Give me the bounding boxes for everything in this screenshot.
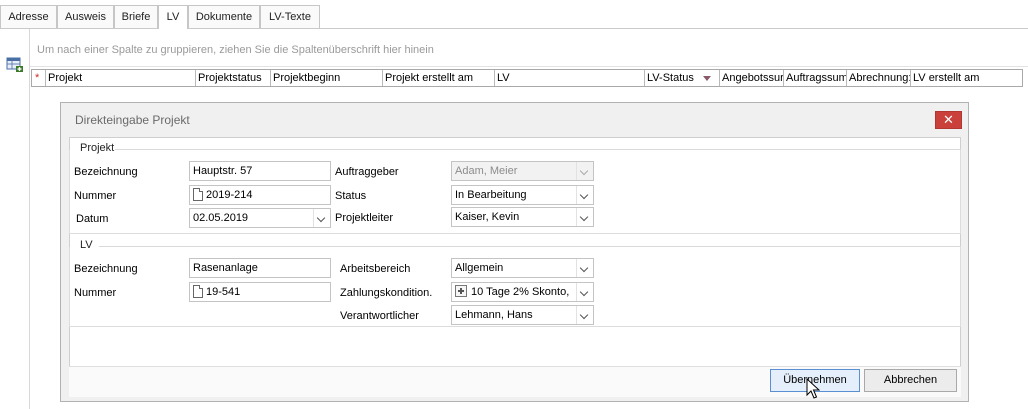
column-header-projekt-erstellt-am[interactable]: Projekt erstellt am [383,70,495,86]
chevron-down-icon[interactable] [576,186,593,204]
tab-adresse[interactable]: Adresse [0,5,57,28]
column-header-abrechnung[interactable]: Abrechnung: [847,70,911,86]
label-lv-nummer: Nummer [74,287,117,299]
arbeitsbereich-value: Allgemein [455,262,504,274]
label-status: Status [335,190,367,202]
tab-briefe[interactable]: Briefe [114,5,158,28]
auftraggeber-select: Adam, Meier [451,161,594,181]
add-icon[interactable] [455,285,467,298]
tab-dokumente[interactable]: Dokumente [188,5,260,28]
label-arbeitsbereich: Arbeitsbereich [340,263,411,275]
document-icon[interactable] [193,187,203,201]
projekt-nummer-input[interactable]: 2019-214 [189,185,331,205]
status-select[interactable]: In Bearbeitung [451,185,594,205]
label-projekt-datum: Datum [76,213,109,225]
group-by-hint: Um nach einer Spalte zu gruppieren, zieh… [37,44,434,56]
label-verantwortlicher: Verantwortlicher [340,310,419,322]
lv-bezeichnung-input[interactable]: Rasenanlage [189,258,331,278]
abbrechen-button[interactable]: Abbrechen [864,369,957,392]
label-projektleiter: Projektleiter [335,212,394,224]
zahlungskondition-select[interactable]: 10 Tage 2% Skonto, [451,282,594,302]
projektleiter-select[interactable]: Kaiser, Kevin [451,207,594,227]
mouse-cursor-icon [806,378,820,399]
zahlungskondition-value: 10 Tage 2% Skonto, [471,286,570,298]
lv-nummer-input[interactable]: 19-541 [189,282,331,302]
projekt-datum-value: 02.05.2019 [193,212,249,224]
auftraggeber-value: Adam, Meier [455,165,518,177]
column-header-lv[interactable]: LV [495,70,645,86]
chevron-down-icon[interactable] [576,259,593,277]
lv-nummer-value: 19-541 [206,286,241,298]
chevron-down-icon[interactable] [576,208,593,226]
verantwortlicher-select[interactable]: Lehmann, Hans [451,305,594,325]
label-zahlungskondition: Zahlungskondition. [340,287,433,299]
chevron-down-icon[interactable] [576,283,593,301]
arbeitsbereich-select[interactable]: Allgemein [451,258,594,278]
tab-strip: Adresse Ausweis Briefe LV Dokumente LV-T… [0,5,1028,29]
projekt-nummer-value: 2019-214 [206,189,253,201]
grid-header: * Projekt Projektstatus Projektbeginn Pr… [31,69,1023,87]
direkteingabe-dialog: Direkteingabe Projekt ✕ Projekt Bezeichn… [60,102,969,402]
column-header-auftragssumme[interactable]: Auftragssum [784,70,847,86]
chevron-down-icon[interactable] [576,306,593,324]
close-icon: ✕ [943,112,954,127]
column-header-projekt[interactable]: Projekt [46,70,196,86]
label-projekt-bezeichnung: Bezeichnung [74,166,138,178]
chevron-down-icon [576,162,593,180]
projekt-datum-picker[interactable]: 02.05.2019 [189,208,331,228]
document-icon[interactable] [193,284,203,298]
column-header-lv-status-label: LV-Status [647,72,694,84]
group-panel-border [30,66,1028,67]
add-record-icon[interactable] [6,57,24,73]
tab-ausweis[interactable]: Ausweis [57,5,114,28]
label-lv-bezeichnung: Bezeichnung [74,263,138,275]
sort-descending-icon [703,76,711,81]
verantwortlicher-value: Lehmann, Hans [455,309,533,321]
column-header-lv-erstellt-am[interactable]: LV erstellt am [911,70,1022,86]
tab-lv-texte[interactable]: LV-Texte [260,5,320,28]
tab-strip-border [0,28,1028,29]
label-projekt-nummer: Nummer [74,190,117,202]
label-auftraggeber: Auftraggeber [335,166,399,178]
dialog-title: Direkteingabe Projekt [75,113,190,127]
status-value: In Bearbeitung [455,189,527,201]
projekt-bezeichnung-input[interactable]: Hauptstr. 57 [189,161,331,181]
new-row-marker: * [32,70,46,86]
left-divider [29,29,30,409]
projektleiter-value: Kaiser, Kevin [455,211,520,223]
column-header-projektbeginn[interactable]: Projektbeginn [271,70,383,86]
column-header-projektstatus[interactable]: Projektstatus [196,70,271,86]
tab-lv[interactable]: LV [158,5,188,29]
close-button[interactable]: ✕ [935,111,962,129]
column-header-lv-status[interactable]: LV-Status [645,70,720,86]
chevron-down-icon[interactable] [313,209,330,227]
column-header-angebotssumme[interactable]: Angebotssur [720,70,784,86]
